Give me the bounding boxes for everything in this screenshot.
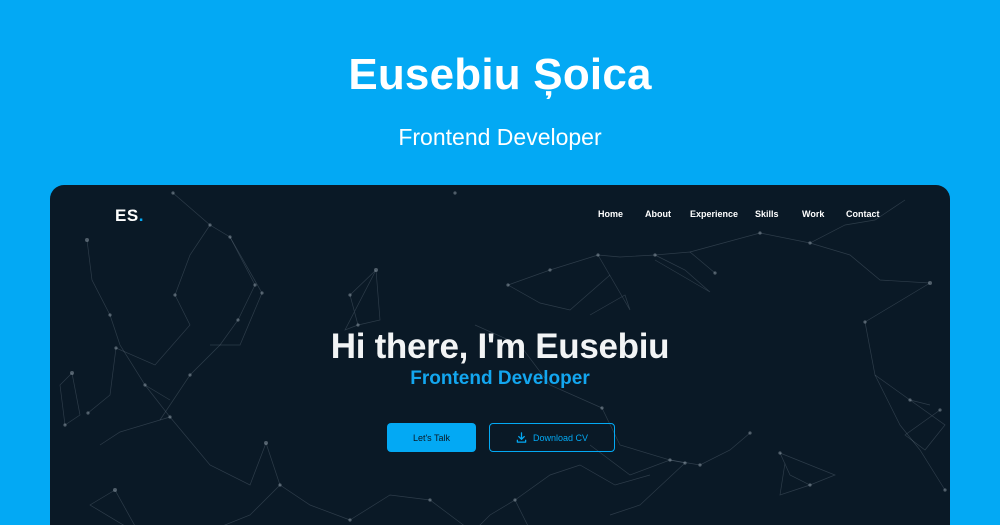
- website-screenshot: ES. Home About Experience Skills Work Co…: [50, 185, 950, 525]
- download-cv-button[interactable]: Download CV: [489, 423, 615, 452]
- page-title: Eusebiu Șoica: [348, 50, 652, 99]
- page-subtitle: Frontend Developer: [398, 124, 602, 150]
- nav-work[interactable]: Work: [802, 209, 824, 219]
- site-nav: Home About Experience Skills Work Contac…: [50, 209, 950, 225]
- nav-about[interactable]: About: [645, 209, 671, 219]
- hero-title: Hi there, I'm Eusebiu: [330, 327, 670, 366]
- lets-talk-label: Let's Talk: [412, 432, 451, 443]
- nav-experience[interactable]: Experience: [690, 209, 738, 219]
- lets-talk-button[interactable]: Let's Talk: [387, 423, 476, 452]
- nav-contact[interactable]: Contact: [846, 209, 880, 219]
- download-cv-label: Download CV: [532, 432, 589, 443]
- nav-home[interactable]: Home: [598, 209, 623, 219]
- hero-subtitle: Frontend Developer: [410, 368, 590, 389]
- nav-skills[interactable]: Skills: [755, 209, 779, 219]
- download-icon: [516, 432, 527, 443]
